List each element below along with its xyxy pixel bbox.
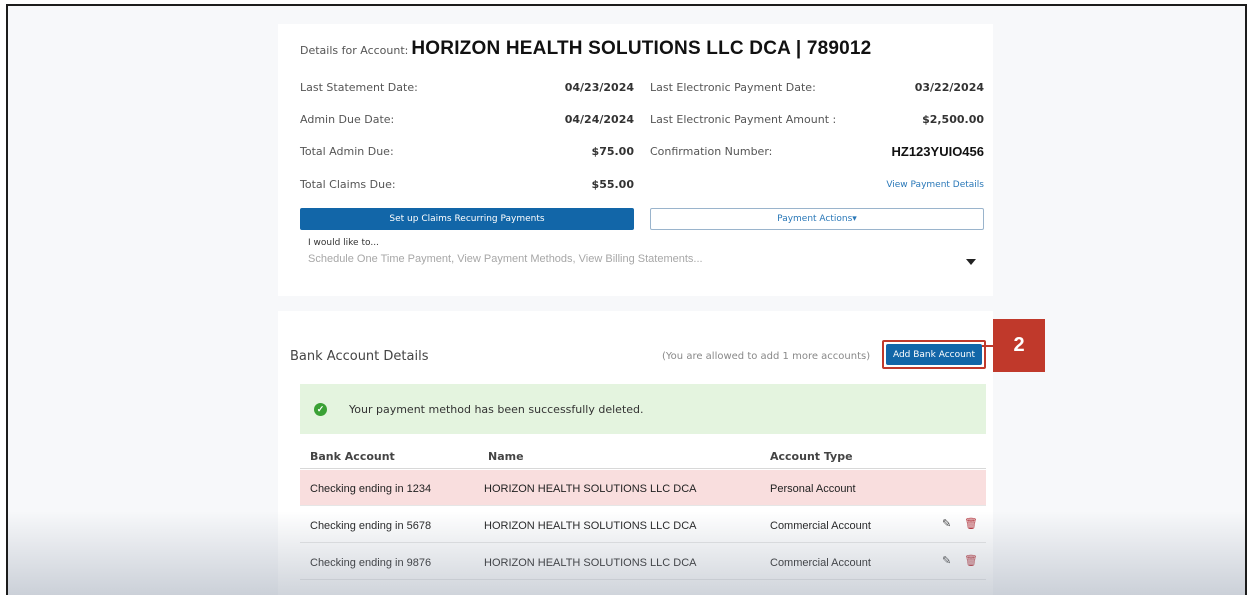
trash-icon[interactable]: 🗑 [964, 517, 978, 530]
last-payment-amount-label: Last Electronic Payment Amount : [650, 113, 837, 126]
last-statement-date-label: Last Statement Date: [300, 81, 418, 94]
table-row: Checking ending in 1234 HORIZON HEALTH S… [300, 470, 986, 506]
table-row: Checking ending in 9876 HORIZON HEALTH S… [300, 544, 986, 580]
success-alert-text: Your payment method has been successfull… [349, 402, 644, 416]
bank-account-title: Bank Account Details [290, 349, 429, 364]
caret-down-icon[interactable] [966, 259, 976, 265]
edit-icon[interactable]: ✎ [942, 517, 951, 530]
account-prefix: Details for Account: [300, 44, 409, 57]
row-account-type: Personal Account [770, 483, 856, 495]
last-payment-amount-value: $2,500.00 [922, 113, 984, 126]
column-account-type: Account Type [770, 450, 853, 463]
check-circle-icon: ✓ [314, 402, 327, 416]
bank-account-limit-note: (You are allowed to add 1 more accounts) [662, 351, 871, 362]
screenshot-frame: Details for Account: HORIZON HEALTH SOLU… [6, 4, 1247, 595]
step-callout: 2 [993, 319, 1045, 372]
setup-recurring-payments-button[interactable]: Set up Claims Recurring Payments [300, 208, 634, 230]
row-bank-account: Checking ending in 1234 [310, 483, 432, 495]
admin-due-date-label: Admin Due Date: [300, 113, 395, 126]
row-bank-account: Checking ending in 9876 [310, 557, 432, 569]
last-payment-date-value: 03/22/2024 [914, 81, 984, 94]
row-name: HORIZON HEALTH SOLUTIONS LLC DCA [484, 483, 697, 495]
row-name: HORIZON HEALTH SOLUTIONS LLC DCA [484, 520, 697, 532]
last-payment-date-label: Last Electronic Payment Date: [650, 81, 816, 94]
row-account-type: Commercial Account [770, 557, 871, 569]
table-row: Checking ending in 5678 HORIZON HEALTH S… [300, 507, 986, 543]
total-admin-due-value: $75.00 [591, 145, 634, 158]
account-header: Details for Account: HORIZON HEALTH SOLU… [300, 38, 871, 60]
confirmation-number-label: Confirmation Number: [650, 145, 773, 158]
account-name: HORIZON HEALTH SOLUTIONS LLC DCA | 78901… [411, 38, 872, 59]
add-bank-account-button[interactable]: Add Bank Account [886, 344, 982, 365]
edit-icon[interactable]: ✎ [942, 554, 951, 567]
admin-due-date-value: 04/24/2024 [564, 113, 634, 126]
column-bank-account: Bank Account [310, 450, 395, 463]
payment-actions-dropdown[interactable]: Payment Actions▾ [650, 208, 984, 230]
total-claims-due-label: Total Claims Due: [300, 178, 396, 191]
last-statement-date-value: 04/23/2024 [564, 81, 634, 94]
total-admin-due-label: Total Admin Due: [300, 145, 394, 158]
account-details-card: Details for Account: HORIZON HEALTH SOLU… [278, 24, 993, 296]
bank-account-card: Bank Account Details (You are allowed to… [278, 311, 993, 595]
total-claims-due-value: $55.00 [591, 178, 634, 191]
trash-icon[interactable]: 🗑 [964, 554, 978, 567]
bank-table-header: Bank Account Name Account Type [300, 441, 986, 469]
row-bank-account: Checking ending in 5678 [310, 520, 432, 532]
column-name: Name [488, 450, 524, 463]
confirmation-number-value: HZ123YUIO456 [891, 144, 985, 159]
action-select-label: I would like to... [308, 238, 379, 248]
row-name: HORIZON HEALTH SOLUTIONS LLC DCA [484, 557, 697, 569]
success-alert: ✓ Your payment method has been successfu… [300, 384, 986, 434]
view-payment-details-link[interactable]: View Payment Details [838, 180, 984, 190]
row-account-type: Commercial Account [770, 520, 871, 532]
action-select-input[interactable]: Schedule One Time Payment, View Payment … [308, 253, 703, 265]
